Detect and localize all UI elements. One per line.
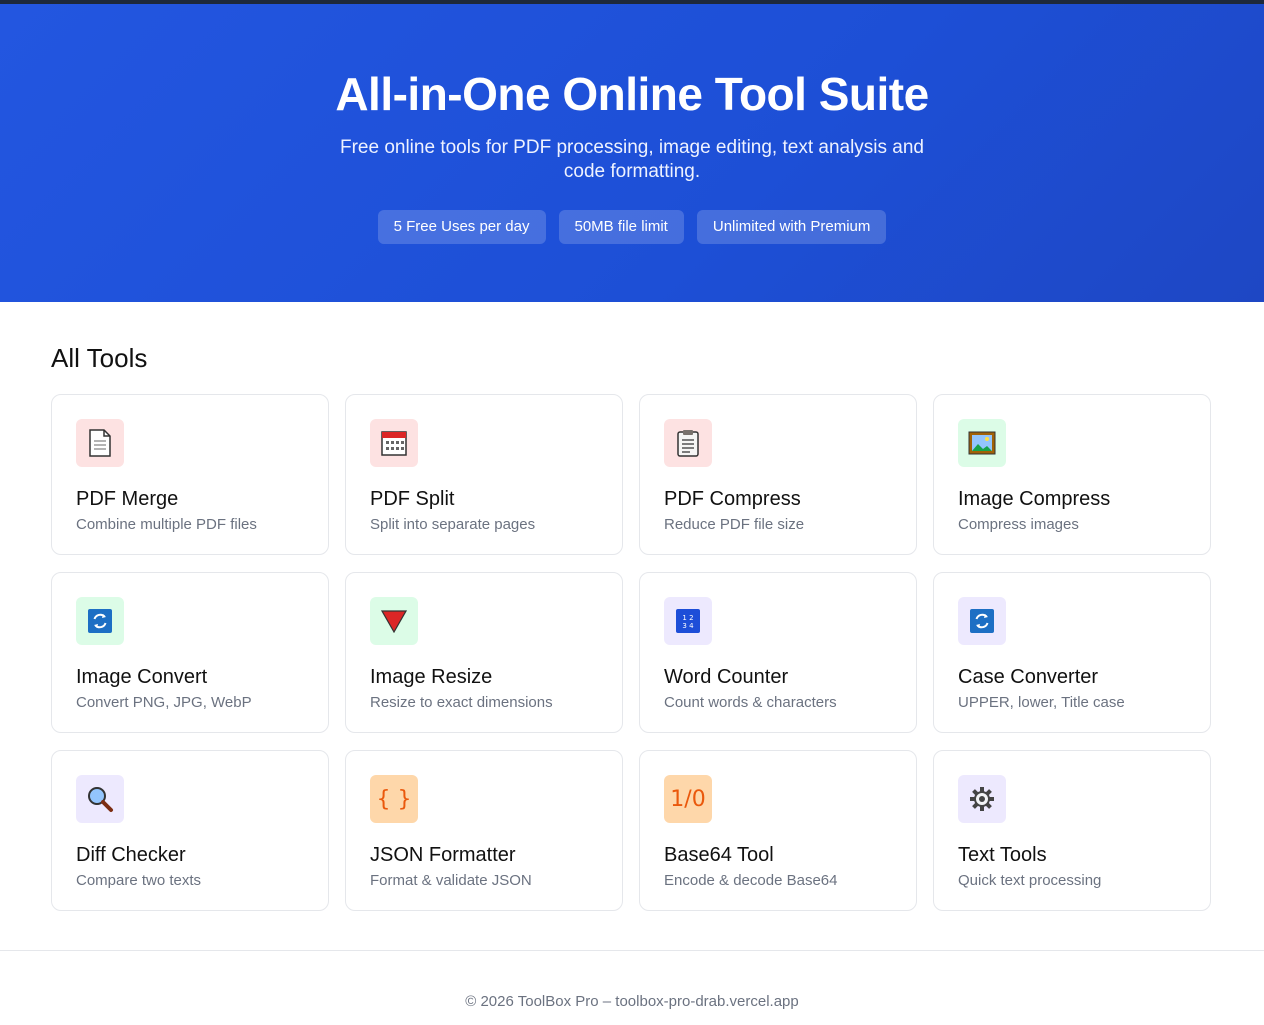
tool-card-diff-checker[interactable]: Diff Checker Compare two texts — [51, 750, 329, 911]
gear-icon — [958, 775, 1006, 823]
badge-free-uses: 5 Free Uses per day — [377, 210, 546, 244]
numbers-icon: 1 23 4 — [664, 597, 712, 645]
tool-title: Case Converter — [958, 666, 1099, 688]
tool-card-word-counter[interactable]: 1 23 4 Word Counter Count words & charac… — [639, 572, 917, 733]
page-footer: © 2026 ToolBox Pro – toolbox-pro-drab.ve… — [0, 950, 1264, 1010]
feature-badges: 5 Free Uses per day 50MB file limit Unli… — [0, 210, 1264, 244]
tool-title: PDF Merge — [76, 488, 179, 510]
badge-premium: Unlimited with Premium — [696, 210, 887, 244]
svg-text:1 2: 1 2 — [682, 614, 693, 622]
tool-title: Diff Checker — [76, 844, 186, 866]
tool-card-image-resize[interactable]: Image Resize Resize to exact dimensions — [345, 572, 623, 733]
magnifier-icon — [76, 775, 124, 823]
refresh-icon — [958, 597, 1006, 645]
refresh-icon — [76, 597, 124, 645]
tool-card-base64-tool[interactable]: 1/0 Base64 Tool Encode & decode Base64 — [639, 750, 917, 911]
tool-card-pdf-merge[interactable]: PDF Merge Combine multiple PDF files — [51, 394, 329, 555]
tool-title: Image Resize — [370, 666, 493, 688]
calendar-icon — [370, 419, 418, 467]
tool-card-case-converter[interactable]: Case Converter UPPER, lower, Title case — [933, 572, 1211, 733]
footer-copyright: © 2026 ToolBox Pro – toolbox-pro-drab.ve… — [465, 993, 799, 1010]
tool-card-image-convert[interactable]: Image Convert Convert PNG, JPG, WebP — [51, 572, 329, 733]
braces-glyph: { } — [376, 786, 412, 812]
section-title: All Tools — [51, 343, 148, 373]
tool-description: Split into separate pages — [370, 516, 536, 533]
tool-description: Compress images — [958, 516, 1079, 533]
page-icon — [76, 419, 124, 467]
tools-section: All Tools PDF Merge Combine multiple PDF… — [0, 302, 1264, 911]
picture-icon — [958, 419, 1006, 467]
svg-text:3 4: 3 4 — [682, 622, 694, 630]
tool-title: Image Compress — [958, 488, 1111, 510]
tool-card-pdf-compress[interactable]: PDF Compress Reduce PDF file size — [639, 394, 917, 555]
tool-title: PDF Compress — [664, 488, 801, 510]
tool-title: Base64 Tool — [664, 844, 774, 866]
tool-card-image-compress[interactable]: Image Compress Compress images — [933, 394, 1211, 555]
clipboard-icon — [664, 419, 712, 467]
tool-card-pdf-split[interactable]: PDF Split Split into separate pages — [345, 394, 623, 555]
hero-banner: All-in-One Online Tool Suite Free online… — [0, 4, 1264, 302]
tool-title: Word Counter — [664, 666, 789, 688]
binary-icon: 1/0 — [664, 775, 712, 823]
braces-icon: { } — [370, 775, 418, 823]
tool-title: Image Convert — [76, 666, 208, 688]
tool-card-text-tools[interactable]: Text Tools Quick text processing — [933, 750, 1211, 911]
hero-subtitle: Free online tools for PDF processing, im… — [339, 137, 925, 182]
tools-grid: PDF Merge Combine multiple PDF files PDF… — [51, 394, 1213, 911]
tool-card-json-formatter[interactable]: { } JSON Formatter Format & validate JSO… — [345, 750, 623, 911]
badge-file-limit: 50MB file limit — [558, 210, 684, 244]
tool-description: Resize to exact dimensions — [370, 694, 553, 711]
binary-glyph: 1/0 — [670, 786, 706, 812]
tool-title: JSON Formatter — [370, 844, 516, 866]
hero-title: All-in-One Online Tool Suite — [335, 68, 929, 120]
tool-description: Combine multiple PDF files — [76, 516, 257, 533]
tool-title: Text Tools — [958, 844, 1047, 866]
tool-description: Convert PNG, JPG, WebP — [76, 694, 252, 711]
triangle-down-icon — [370, 597, 418, 645]
tool-description: Format & validate JSON — [370, 872, 532, 889]
tool-title: PDF Split — [370, 488, 455, 510]
tool-description: Compare two texts — [76, 872, 202, 889]
tool-description: Encode & decode Base64 — [664, 872, 838, 889]
tool-description: Reduce PDF file size — [664, 516, 805, 533]
tool-description: UPPER, lower, Title case — [958, 694, 1125, 711]
tool-description: Quick text processing — [958, 872, 1102, 889]
tool-description: Count words & characters — [664, 694, 837, 711]
